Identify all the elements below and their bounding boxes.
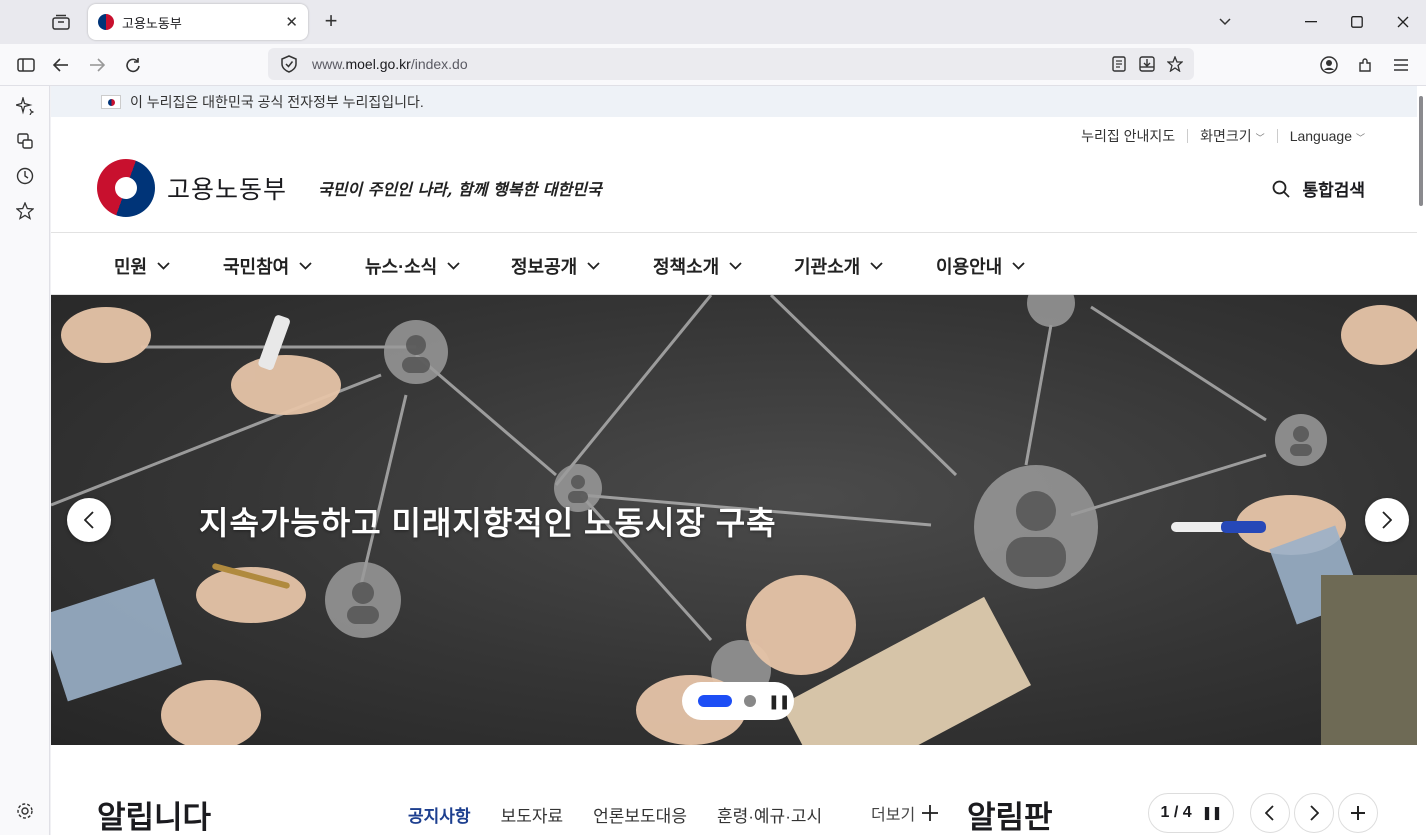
chevron-down-icon: ﹀ [1355,133,1365,143]
carousel-next-button[interactable] [1365,498,1409,542]
tab-press-releases[interactable]: 보도자료 [501,802,564,827]
reload-icon[interactable] [119,52,147,78]
hero-headline[interactable]: 지속가능하고 미래지향적인 노동시장 구축 [199,498,777,544]
main-navigation: 민원 국민참여 뉴스·소식 정보공개 정책소개 기관소개 이용안내 [51,232,1417,295]
search-label: 통합검색 [1302,181,1365,200]
maximize-icon[interactable] [1334,0,1380,44]
board-add-button[interactable] [1338,793,1378,833]
browser-tab[interactable]: 고용노동부 ✕ [88,4,308,40]
notice-section-title: 알립니다 [97,800,212,835]
language-link[interactable]: Language ﹀ [1290,128,1365,144]
plus-icon [1351,806,1365,820]
notice-tabs: 공지사항 보도자료 언론보도대응 훈령·예규·고시 [408,802,822,827]
logo-text: 고용노동부 [167,176,288,204]
plus-icon [922,805,939,821]
gnb-item-guide[interactable]: 이용안내 [936,253,1025,279]
gov-banner-text: 이 누리집은 대한민국 공식 전자정부 누리집입니다. [130,93,424,110]
close-tab-icon[interactable]: ✕ [285,13,298,31]
scrollbar-thumb[interactable] [1419,96,1423,206]
carousel-prev-button[interactable] [67,498,111,542]
board-pager: 1 / 4 ❚❚ [1148,793,1234,833]
board-prev-button[interactable] [1250,793,1290,833]
chevron-left-icon [84,511,94,529]
chevron-down-icon [587,262,600,270]
gnb-item-participation[interactable]: 국민참여 [223,253,312,279]
sitemap-link[interactable]: 누리집 안내지도 [1081,126,1175,146]
browser-tab-strip: 고용노동부 ✕ + [0,0,1426,44]
back-arrow-icon[interactable] [47,52,75,78]
divider [1276,129,1278,143]
new-tab-icon[interactable]: + [318,8,344,34]
integrated-search-button[interactable]: 통합검색 [1272,176,1365,201]
bookmark-star-icon[interactable] [1164,54,1186,74]
chevron-down-icon [870,262,883,270]
browser-toolbar: www.moel.go.kr/index.do [0,44,1426,86]
slogan: 국민이 주인인 나라, 함께 행복한 대한민국 [318,180,602,199]
gnb-item-civil[interactable]: 민원 [114,253,170,279]
site-favicon-icon [98,14,114,30]
chevron-down-icon [729,262,742,270]
font-size-link[interactable]: 화면크기 ﹀ [1200,126,1265,146]
synced-tabs-icon[interactable] [13,129,37,153]
address-bar[interactable]: www.moel.go.kr/index.do [268,48,1194,80]
chevron-down-icon [447,262,460,270]
gnb-item-disclosure[interactable]: 정보공개 [511,253,600,279]
minimize-icon[interactable] [1288,0,1334,44]
board-next-button[interactable] [1294,793,1334,833]
search-icon [1273,180,1291,198]
sidebar-toggle-icon[interactable] [12,52,40,78]
tab-notices[interactable]: 공지사항 [408,802,471,827]
ai-sparkle-icon[interactable] [13,94,37,118]
site-logo[interactable]: 고용노동부 [97,159,287,217]
chevron-right-icon [1310,805,1319,821]
board-section-title: 알림판 [967,800,1053,835]
browser-sidebar [0,86,50,835]
pause-icon[interactable]: ❚❚ [768,693,790,710]
tab-title: 고용노동부 [122,15,182,31]
chevron-down-icon: ﹀ [1255,133,1265,143]
gnb-item-news[interactable]: 뉴스·소식 [365,253,460,279]
gnb-item-policy[interactable]: 정책소개 [653,253,742,279]
gov-official-banner[interactable]: 이 누리집은 대한민국 공식 전자정부 누리집입니다. [51,86,1417,117]
divider [1187,129,1189,143]
hero-carousel: 지속가능하고 미래지향적인 노동시장 구축 ❚❚ [51,295,1417,745]
tab-media-response[interactable]: 언론보도대응 [593,802,687,827]
chevron-down-icon [157,262,170,270]
chevron-down-icon [1012,262,1025,270]
save-to-pocket-icon[interactable] [1136,54,1158,74]
government-emblem-icon [97,159,155,217]
carousel-pager: ❚❚ [682,682,794,720]
chevron-right-icon [1382,511,1392,529]
close-window-icon[interactable] [1380,0,1426,44]
account-icon[interactable] [1315,52,1343,78]
carousel-dot[interactable] [744,695,756,707]
forward-arrow-icon[interactable] [83,52,111,78]
tab-regulations[interactable]: 훈령·예규·고시 [717,802,822,827]
window-controls [1288,0,1426,44]
more-link[interactable]: 더보기 [871,801,939,825]
tab-overflow-chevron-icon[interactable] [1212,10,1238,34]
extensions-icon[interactable] [1351,52,1379,78]
tab-list-icon[interactable] [48,10,74,34]
reader-view-icon[interactable] [1108,54,1130,74]
site-security-shield-icon[interactable] [280,55,298,73]
chevron-down-icon [299,262,312,270]
page-scrollbar[interactable] [1417,86,1426,835]
chevron-left-icon [1265,805,1274,821]
utility-links: 누리집 안내지도 화면크기 ﹀ Language ﹀ [1081,126,1365,146]
history-clock-icon[interactable] [13,164,37,188]
web-page: 이 누리집은 대한민국 공식 전자정부 누리집입니다. 누리집 안내지도 화면크… [51,86,1417,835]
bookmarks-star-icon[interactable] [13,199,37,223]
gnb-item-organization[interactable]: 기관소개 [794,253,883,279]
korean-flag-icon [101,94,121,109]
pause-icon[interactable]: ❚❚ [1202,805,1223,821]
url-text[interactable]: www.moel.go.kr/index.do [312,56,468,72]
sidebar-settings-gear-icon[interactable] [13,799,37,823]
board-page-indicator: 1 / 4 [1160,804,1192,821]
menu-hamburger-icon[interactable] [1387,52,1415,78]
carousel-dot-active[interactable] [698,695,732,707]
